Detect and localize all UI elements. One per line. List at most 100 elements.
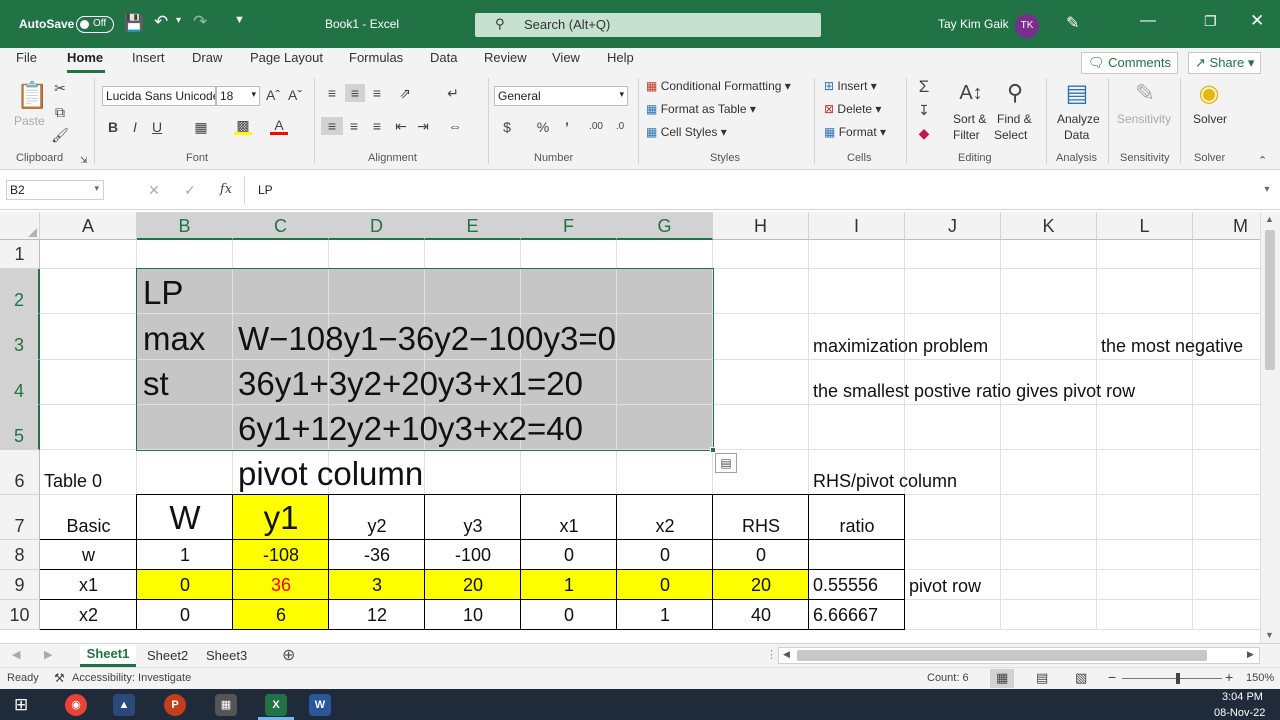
search-box[interactable]: ⚲ Search (Alt+Q): [475, 13, 821, 37]
row-header-10[interactable]: 10: [0, 600, 40, 630]
table-cell[interactable]: 6: [233, 605, 329, 626]
sheet-tab-sheet1[interactable]: Sheet1: [80, 644, 136, 667]
table-cell[interactable]: 3: [329, 575, 425, 596]
conditional-formatting-button[interactable]: ▦ Conditional Formatting ▾: [646, 79, 791, 93]
analyze-data-icon[interactable]: ▤: [1060, 78, 1094, 110]
sort-filter-icon[interactable]: A↕: [954, 78, 988, 108]
font-name-select[interactable]: Lucida Sans Unicode: [102, 86, 216, 106]
table-cell[interactable]: 0: [617, 575, 713, 596]
table-cell[interactable]: 0: [521, 605, 617, 626]
column-header-b[interactable]: B: [137, 212, 233, 240]
word-icon[interactable]: W: [309, 694, 331, 716]
borders-icon[interactable]: ▦: [192, 118, 210, 136]
table-header-cell[interactable]: y1: [233, 499, 329, 537]
undo-dropdown-icon[interactable]: ▾: [176, 15, 181, 26]
table-header-cell[interactable]: RHS: [713, 516, 809, 537]
table-cell[interactable]: 6.66667: [813, 605, 878, 626]
align-top-icon[interactable]: ≡: [323, 84, 341, 102]
delete-cells-button[interactable]: ⊠ Delete ▾: [824, 102, 881, 116]
sensitivity-label[interactable]: Sensitivity: [1117, 112, 1171, 126]
italic-icon[interactable]: I: [128, 118, 142, 136]
powerpoint-icon[interactable]: P: [164, 694, 186, 716]
table-cell[interactable]: 10: [425, 605, 521, 626]
cell-a6[interactable]: Table 0: [44, 471, 102, 492]
excel-icon[interactable]: X: [265, 694, 287, 716]
table-header-cell[interactable]: Basic: [40, 516, 137, 537]
next-sheet-icon[interactable]: ▶: [44, 648, 52, 661]
comma-style-icon[interactable]: ’: [560, 118, 574, 136]
tab-review[interactable]: Review: [484, 50, 527, 65]
row-header-4[interactable]: 4: [0, 360, 40, 405]
clock-time[interactable]: 3:04 PM: [1222, 691, 1263, 703]
horizontal-scrollbar[interactable]: ◀ ▶: [778, 647, 1260, 664]
cell-styles-button[interactable]: ▦ Cell Styles ▾: [646, 125, 727, 139]
find-select-icon[interactable]: ⚲: [998, 78, 1032, 108]
customize-toolbar-icon[interactable]: ▼: [234, 14, 245, 26]
analyze-label[interactable]: Analyze: [1057, 112, 1100, 126]
table-cell[interactable]: 0: [137, 575, 233, 596]
row-header-8[interactable]: 8: [0, 540, 40, 570]
expand-formula-bar-icon[interactable]: ▾: [1260, 181, 1274, 199]
table-cell[interactable]: -108: [233, 545, 329, 566]
increase-indent-icon[interactable]: ⇥: [414, 117, 432, 135]
format-painter-icon[interactable]: 🖌: [51, 126, 69, 144]
cancel-entry-icon[interactable]: ✕: [146, 181, 162, 199]
row-header-6[interactable]: 6: [0, 450, 40, 495]
column-header-l[interactable]: L: [1097, 212, 1193, 240]
minimize-icon[interactable]: —: [1140, 12, 1156, 30]
table-cell[interactable]: -100: [425, 545, 521, 566]
pivot-element-cell[interactable]: 36: [233, 575, 329, 596]
autosave-toggle[interactable]: Off: [76, 16, 114, 33]
zoom-slider[interactable]: [1122, 678, 1222, 679]
tab-data[interactable]: Data: [430, 50, 457, 65]
sort-filter-label[interactable]: Sort &: [953, 112, 986, 126]
scroll-down-icon[interactable]: ▼: [1265, 630, 1274, 640]
quick-analysis-icon[interactable]: ▤: [715, 453, 737, 473]
tab-home[interactable]: Home: [67, 50, 103, 65]
row-header-1[interactable]: 1: [0, 240, 40, 269]
column-header-g[interactable]: G: [617, 212, 713, 240]
share-button[interactable]: ↗ Share ▾: [1188, 52, 1262, 74]
table-header-cell[interactable]: W: [137, 499, 233, 537]
matlab-icon[interactable]: ▲: [113, 694, 135, 716]
autosum-icon[interactable]: Σ: [914, 78, 934, 96]
column-header-k[interactable]: K: [1001, 212, 1097, 240]
comments-button[interactable]: 🗨 Comments: [1081, 52, 1178, 74]
scroll-right-icon[interactable]: ▶: [1247, 649, 1254, 660]
cell-l3[interactable]: the most negative: [1101, 336, 1243, 357]
analyze-label-2[interactable]: Data: [1064, 128, 1089, 142]
prev-sheet-icon[interactable]: ◀: [12, 648, 20, 661]
tab-page-layout[interactable]: Page Layout: [250, 50, 323, 65]
save-icon[interactable]: 💾: [124, 13, 144, 33]
redo-icon[interactable]: ↷: [193, 12, 207, 32]
cell-c6[interactable]: pivot column: [238, 455, 423, 493]
format-as-table-button[interactable]: ▦ Format as Table ▾: [646, 102, 756, 116]
fill-icon[interactable]: ↧: [914, 101, 934, 119]
row-header-3[interactable]: 3: [0, 314, 40, 360]
dialog-launcher-icon[interactable]: ⇲: [80, 151, 88, 169]
column-header-e[interactable]: E: [425, 212, 521, 240]
cell-i3[interactable]: maximization problem: [813, 336, 988, 357]
formula-input[interactable]: LP: [258, 183, 273, 197]
hscroll-thumb[interactable]: [797, 650, 1207, 661]
table-header-cell[interactable]: x1: [521, 516, 617, 537]
column-header-j[interactable]: J: [905, 212, 1001, 240]
decrease-font-icon[interactable]: Aˇ: [286, 86, 304, 104]
cell-i6[interactable]: RHS/pivot column: [813, 471, 957, 492]
calculator-icon[interactable]: ▦: [215, 694, 237, 716]
accessibility-status[interactable]: Accessibility: Investigate: [72, 672, 191, 684]
page-layout-view-icon[interactable]: ▤: [1036, 670, 1048, 686]
table-cell[interactable]: x1: [40, 575, 137, 596]
table-cell[interactable]: x2: [40, 605, 137, 626]
zoom-level[interactable]: 150%: [1246, 672, 1274, 684]
wrap-text-icon[interactable]: ↵: [444, 84, 462, 102]
bold-icon[interactable]: B: [106, 118, 120, 136]
table-cell[interactable]: 20: [425, 575, 521, 596]
tab-formulas[interactable]: Formulas: [349, 50, 403, 65]
table-cell[interactable]: 40: [713, 605, 809, 626]
tab-view[interactable]: View: [552, 50, 580, 65]
column-header-m[interactable]: M: [1193, 212, 1260, 240]
table-cell[interactable]: 0: [521, 545, 617, 566]
insert-function-icon[interactable]: fx: [216, 181, 236, 199]
sort-filter-label-2[interactable]: Filter: [953, 128, 980, 142]
